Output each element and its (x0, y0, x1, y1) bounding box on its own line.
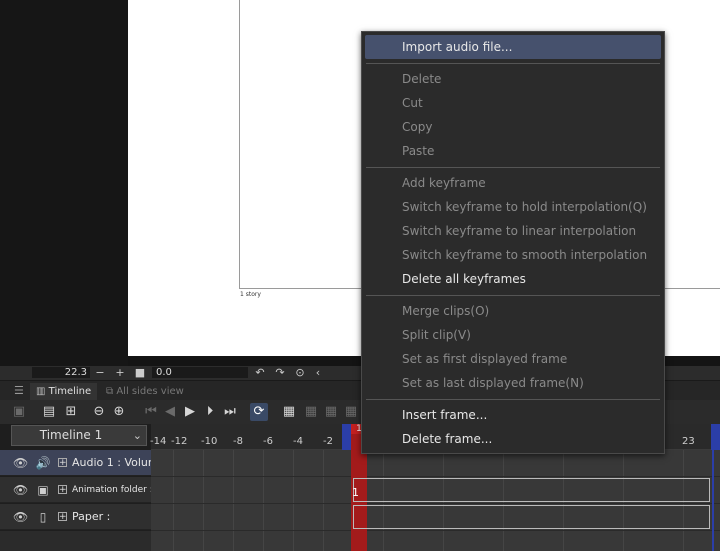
zoom-input[interactable]: 22.3 (32, 367, 90, 378)
speaker-icon: 🔊 (35, 456, 51, 470)
timeline-tab-icon: ▥ (36, 386, 49, 397)
tab-all-sides-view[interactable]: ⧉ All sides view (100, 383, 190, 400)
animation-folder-icon: ▣ (37, 483, 49, 497)
context-menu: Import audio file... Delete Cut Copy Pas… (361, 31, 665, 454)
rotate-left-icon[interactable]: ↶ (254, 366, 266, 379)
timeline-select[interactable]: Timeline 1 ⌄ (11, 425, 147, 446)
last-frame-icon[interactable]: ⏭ (221, 403, 239, 421)
expand-icon[interactable]: + (58, 458, 67, 468)
panel-menu-icon[interactable]: ☰ (14, 384, 24, 397)
menu-item-merge-clips[interactable]: Merge clips(O) (362, 299, 664, 323)
specify-cel-icon[interactable]: ▦ (280, 403, 298, 421)
tab-all-sides-label: All sides view (116, 386, 184, 397)
onion-skin-icon[interactable]: ▣ (10, 403, 28, 421)
paper-icon: ▯ (39, 510, 47, 524)
menu-item-add-keyframe[interactable]: Add keyframe (362, 171, 664, 195)
fit-stop-icon[interactable]: ■ (134, 366, 146, 379)
layer-name: Animation folder : 1 : (72, 485, 151, 495)
flip-icon[interactable]: ‹ (312, 366, 324, 379)
add-cel-icon[interactable]: ▦ (302, 403, 320, 421)
ruler-tick: 23 (682, 436, 695, 447)
menu-item-hold-interpolation[interactable]: Switch keyframe to hold interpolation(Q) (362, 195, 664, 219)
ruler-tick: -12 (171, 436, 188, 447)
chevron-down-icon: ⌄ (132, 429, 142, 442)
rotate-right-icon[interactable]: ↷ (274, 366, 286, 379)
menu-item-import-audio[interactable]: Import audio file... (365, 35, 661, 59)
next-frame-icon[interactable]: ⏵ (201, 403, 219, 421)
menu-separator (366, 399, 660, 400)
play-icon[interactable]: ▶ (181, 403, 199, 421)
story-label: 1 story (240, 291, 261, 298)
menu-item-insert-frame[interactable]: Insert frame... (362, 403, 664, 427)
menu-separator (366, 167, 660, 168)
out-marker[interactable] (711, 424, 720, 450)
eye-icon[interactable]: 👁 (13, 483, 28, 497)
tab-timeline-label: Timeline (48, 386, 92, 397)
ruler-tick: -8 (233, 436, 243, 447)
cel-option-icon[interactable]: ▦ (342, 403, 360, 421)
menu-separator (366, 295, 660, 296)
menu-item-smooth-interpolation[interactable]: Switch keyframe to smooth interpolation (362, 243, 664, 267)
layer-row-audio[interactable]: 👁 🔊 + Audio 1 : Volume (0, 450, 151, 476)
layer-name: Paper : (72, 510, 111, 523)
zoom-out-timeline-icon[interactable]: ⊖ (90, 403, 108, 421)
ruler-tick: -6 (263, 436, 273, 447)
clip-cel-label: 1 (352, 486, 359, 499)
eye-icon[interactable]: 👁 (13, 456, 28, 470)
reset-rotation-icon[interactable]: ⊙ (294, 366, 306, 379)
ruler-tick: -4 (293, 436, 303, 447)
layer-row-animation-folder[interactable]: 👁 ▣ + Animation folder : 1 : (0, 477, 151, 503)
remove-cel-icon[interactable]: ▦ (322, 403, 340, 421)
tab-timeline[interactable]: ▥ Timeline (30, 383, 98, 400)
rotate-input[interactable]: 0.0 (152, 367, 248, 378)
new-cel-icon[interactable]: ⊞ (62, 403, 80, 421)
animation-clip[interactable] (353, 478, 710, 502)
left-dark-panel (0, 0, 128, 366)
layer-name: Audio 1 : Volume (72, 456, 151, 469)
ruler-tick: -10 (201, 436, 218, 447)
layer-row-paper[interactable]: 👁 ▯ + Paper : (0, 504, 151, 530)
menu-item-delete-all-keyframes[interactable]: Delete all keyframes (362, 267, 664, 291)
menu-item-delete[interactable]: Delete (362, 67, 664, 91)
paper-clip[interactable] (353, 505, 710, 529)
layer-list-empty (0, 531, 151, 551)
all-sides-icon: ⧉ (106, 386, 117, 397)
expand-icon[interactable]: + (58, 485, 67, 495)
menu-item-cut[interactable]: Cut (362, 91, 664, 115)
menu-item-set-last-frame[interactable]: Set as last displayed frame(N) (362, 371, 664, 395)
new-animation-folder-icon[interactable]: ▤ (40, 403, 58, 421)
loop-icon[interactable]: ⟳ (250, 403, 268, 421)
out-marker-line (712, 450, 714, 551)
first-frame-icon[interactable]: ⏮ (142, 403, 160, 421)
menu-item-delete-frame[interactable]: Delete frame... (362, 427, 664, 451)
in-marker[interactable] (342, 424, 351, 450)
menu-separator (366, 63, 660, 64)
ruler-tick: -2 (323, 436, 333, 447)
menu-item-linear-interpolation[interactable]: Switch keyframe to linear interpolation (362, 219, 664, 243)
eye-icon[interactable]: 👁 (13, 510, 28, 524)
menu-item-set-first-frame[interactable]: Set as first displayed frame (362, 347, 664, 371)
menu-item-copy[interactable]: Copy (362, 115, 664, 139)
previous-frame-icon[interactable]: ◀ (161, 403, 179, 421)
zoom-in-button[interactable]: + (114, 366, 126, 379)
ruler-tick: -14 (150, 436, 167, 447)
expand-icon[interactable]: + (58, 512, 67, 522)
menu-item-paste[interactable]: Paste (362, 139, 664, 163)
zoom-in-timeline-icon[interactable]: ⊕ (110, 403, 128, 421)
zoom-out-button[interactable]: − (94, 366, 106, 379)
timeline-select-value: Timeline 1 (39, 428, 103, 442)
menu-item-split-clip[interactable]: Split clip(V) (362, 323, 664, 347)
